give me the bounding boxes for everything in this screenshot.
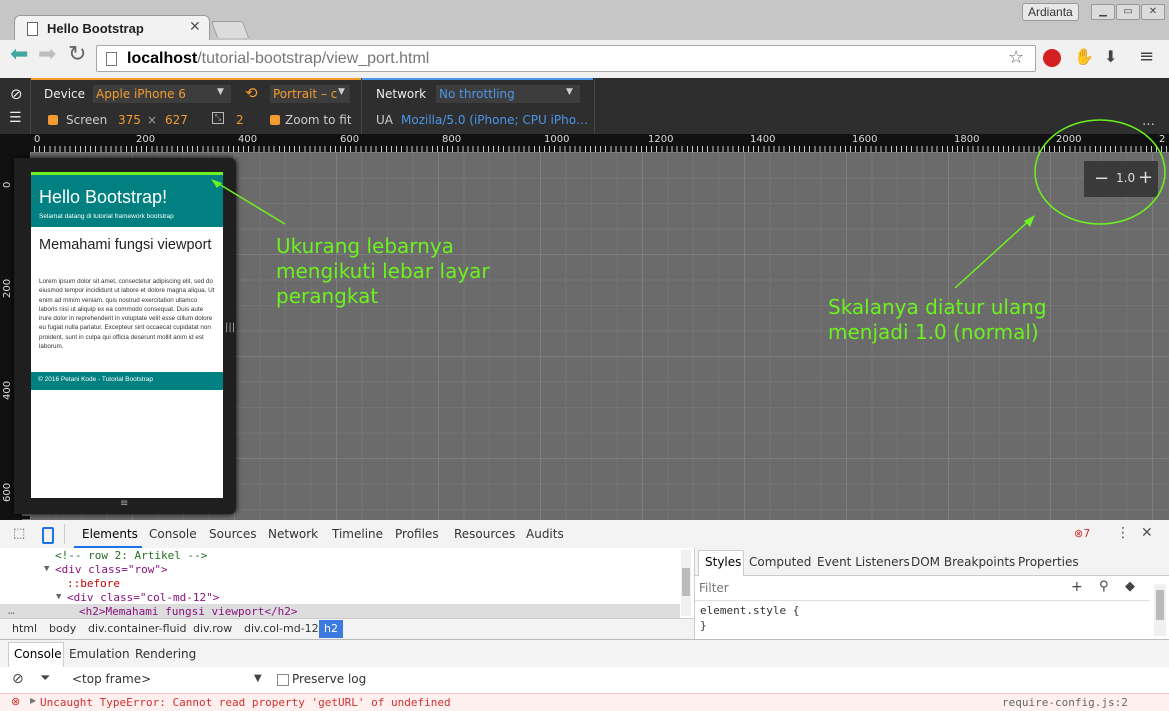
error-count: 7 — [1083, 527, 1091, 540]
drawer-tab-rendering[interactable]: Rendering — [135, 647, 196, 661]
breadcrumb-item[interactable]: body — [49, 622, 76, 635]
breadcrumb-item[interactable]: div.container-fluid — [88, 622, 187, 635]
styles-pane: Styles Computed Event Listeners DOM Brea… — [694, 548, 1169, 639]
elements-tree: <!-- row 2: Artikel --> ▼ <div class="ro… — [0, 548, 694, 618]
expand-triangle-icon[interactable]: ▼ — [56, 592, 61, 602]
annotation-overlay — [211, 119, 1166, 289]
annotation-line: mengikuti lebar layar — [276, 259, 490, 283]
dom-node-h2[interactable]: <h2>Memahami fungsi viewport</h2> — [79, 605, 298, 618]
dom-comment[interactable]: <!-- row 2: Artikel --> — [55, 549, 207, 562]
expand-triangle-icon[interactable]: ▼ — [44, 564, 49, 574]
tab-computed[interactable]: Computed — [749, 555, 811, 569]
frame-select[interactable]: <top frame> — [72, 672, 151, 686]
expand-triangle-icon[interactable]: ▶ — [30, 696, 36, 705]
drawer-tab-bar: Console Emulation Rendering — [0, 639, 1169, 669]
tab-dom-breakpoints[interactable]: DOM Breakpoints — [911, 555, 1015, 569]
breadcrumb-active[interactable]: h2 — [319, 620, 343, 638]
console-toolbar: ⊘ ⏷ <top frame> ▼ Preserve log — [0, 667, 1169, 693]
arrow-head-left — [211, 179, 222, 188]
tab-network[interactable]: Network — [268, 527, 318, 541]
devtools-menu-icon[interactable]: ⋮ — [1116, 525, 1130, 541]
styles-filter-input[interactable] — [697, 578, 1001, 598]
annotation-width: Ukurang lebarnya mengikuti lebar layar p… — [276, 234, 490, 309]
devtools-close-icon[interactable]: ✕ — [1141, 525, 1153, 541]
console-error-row: ⊗ ▶ Uncaught TypeError: Cannot read prop… — [0, 693, 1169, 711]
color-format-icon[interactable]: ◆ — [1125, 579, 1135, 594]
error-count-icon[interactable]: ⊗7 — [1074, 527, 1090, 540]
breadcrumb-item[interactable]: html — [12, 622, 37, 635]
tab-styles[interactable]: Styles — [705, 555, 741, 569]
element-style-close: } — [700, 619, 707, 632]
drawer-tab-emulation[interactable]: Emulation — [69, 647, 130, 661]
tab-profiles[interactable]: Profiles — [395, 527, 439, 541]
preserve-log-label: Preserve log — [292, 672, 367, 686]
arrow-head-right — [1024, 215, 1035, 227]
preserve-log-checkbox[interactable] — [277, 674, 289, 686]
annotation-line: Ukurang lebarnya — [276, 234, 454, 258]
error-message[interactable]: Uncaught TypeError: Cannot read property… — [40, 696, 451, 709]
tab-console[interactable]: Console — [149, 527, 197, 541]
clear-console-icon[interactable]: ⊘ — [12, 671, 24, 687]
breadcrumb: html body div.container-fluid div.row di… — [0, 618, 694, 640]
element-state-pin-icon[interactable]: ⚲ — [1099, 579, 1109, 594]
tab-properties[interactable]: Properties — [1018, 555, 1079, 569]
annotation-line: perangkat — [276, 284, 379, 308]
divider — [64, 524, 65, 544]
dom-node-row[interactable]: <div class="row"> — [55, 563, 168, 576]
scrollbar-thumb[interactable] — [1156, 590, 1164, 620]
breadcrumb-item: h2 — [324, 622, 338, 635]
new-style-rule-icon[interactable]: + — [1071, 579, 1083, 595]
dom-pseudo-before[interactable]: ::before — [67, 577, 120, 590]
error-source-link[interactable]: require-config.js:2 — [1002, 696, 1128, 709]
device-mode-icon[interactable] — [42, 527, 54, 544]
arrow-line-left — [213, 180, 286, 225]
row-ellipsis-icon: … — [8, 604, 15, 617]
dom-node-col[interactable]: <div class="col-md-12"> — [67, 591, 219, 604]
tab-sources[interactable]: Sources — [209, 527, 256, 541]
chevron-down-icon[interactable]: ▼ — [254, 673, 262, 684]
tab-timeline[interactable]: Timeline — [332, 527, 383, 541]
error-icon: ⊗ — [11, 695, 21, 708]
devtools-tab-bar: ⬚ Elements Console Sources Network Timel… — [0, 520, 1169, 549]
scrollbar-thumb[interactable] — [682, 568, 690, 596]
inspect-element-icon[interactable]: ⬚ — [13, 526, 25, 541]
tab-event-listeners[interactable]: Event Listeners — [817, 555, 910, 569]
filter-funnel-icon[interactable]: ⏷ — [40, 671, 50, 686]
styles-scrollbar[interactable] — [1154, 584, 1166, 636]
drawer-tab-console[interactable]: Console — [14, 647, 62, 661]
element-style-open[interactable]: element.style { — [700, 604, 799, 617]
highlight-ellipse — [1034, 119, 1166, 225]
breadcrumb-item[interactable]: div.row — [193, 622, 232, 635]
arrow-line-right — [954, 217, 1033, 289]
tab-audits[interactable]: Audits — [526, 527, 564, 541]
breadcrumb-item[interactable]: div.col-md-12 — [244, 622, 319, 635]
tab-resources[interactable]: Resources — [454, 527, 515, 541]
annotation-scale: Skalanya diatur ulang menjadi 1.0 (norma… — [828, 295, 1047, 345]
divider — [695, 600, 1150, 601]
annotation-line: menjadi 1.0 (normal) — [828, 320, 1039, 344]
annotation-line: Skalanya diatur ulang — [828, 295, 1047, 319]
elements-scrollbar[interactable] — [681, 550, 691, 616]
tab-elements[interactable]: Elements — [82, 527, 138, 541]
